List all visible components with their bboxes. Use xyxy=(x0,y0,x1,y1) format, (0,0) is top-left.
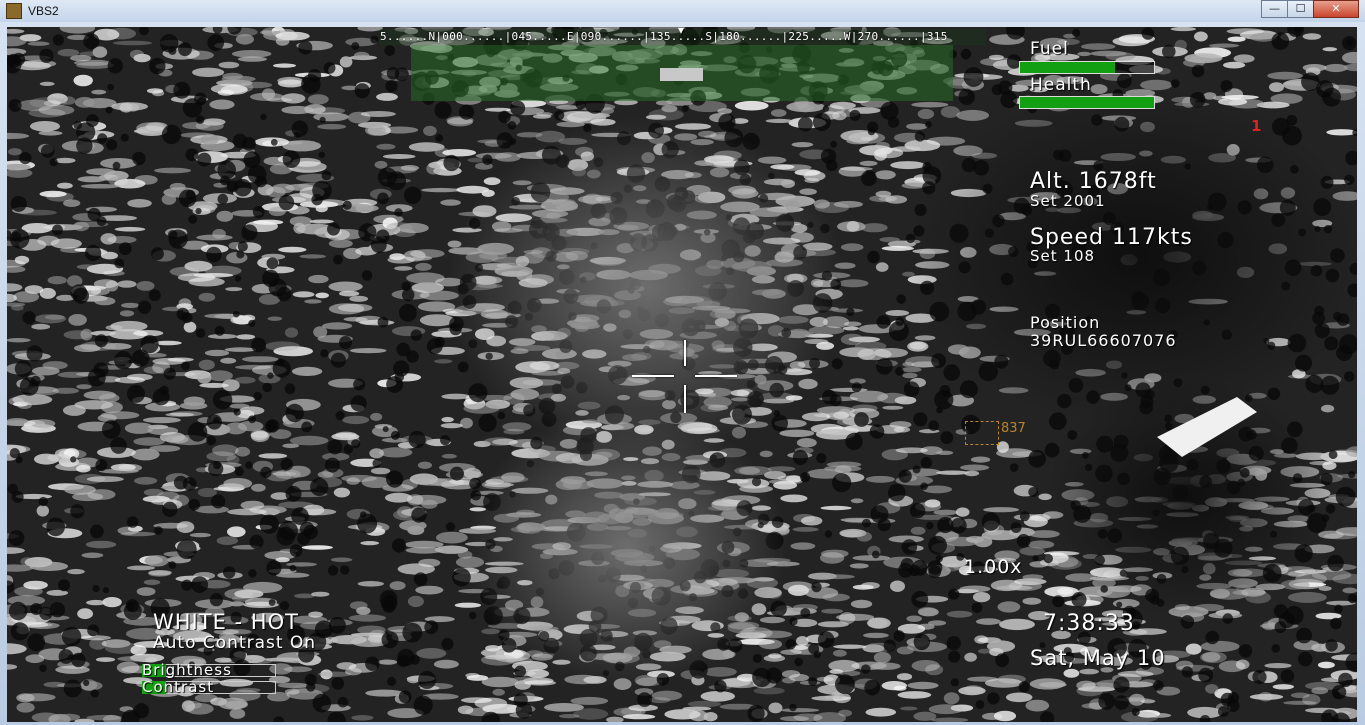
zoom-level: 1.00x xyxy=(964,556,1023,578)
crosshair-bottom xyxy=(684,385,686,413)
fuel-label: Fuel xyxy=(1030,39,1069,59)
speed-set: Set 108 xyxy=(1030,247,1096,265)
minimize-button[interactable]: — xyxy=(1261,0,1288,18)
window-title: VBS2 xyxy=(28,4,59,18)
fuel-bar-fill xyxy=(1020,62,1116,73)
clock-date: Sat, May 10 xyxy=(1030,646,1166,670)
position-label: Position xyxy=(1030,313,1101,332)
crosshair-left xyxy=(632,375,674,377)
waypoint-marker: 1 xyxy=(1251,117,1262,135)
crosshair-right xyxy=(695,375,737,377)
application-window: VBS2 — ☐ ✕ 5......N|000......|045.....E|… xyxy=(0,0,1365,725)
close-button[interactable]: ✕ xyxy=(1313,0,1359,18)
clock-time: 7:38:33 xyxy=(1043,611,1135,636)
position-value: 39RUL66607076 xyxy=(1030,331,1177,350)
contrast-mode: Auto Contrast On xyxy=(153,633,317,653)
target-box[interactable] xyxy=(965,421,999,445)
altitude-readout: Alt. 1678ft xyxy=(1030,169,1157,194)
health-label: Health xyxy=(1030,75,1092,95)
maximize-button[interactable]: ☐ xyxy=(1287,0,1314,18)
thermal-mode: WHITE - HOT xyxy=(153,610,299,634)
window-controls: — ☐ ✕ xyxy=(1261,0,1359,20)
target-label: 837 xyxy=(1001,421,1026,436)
compass-scale: 5......N|000......|045.....E|090......|1… xyxy=(380,30,948,43)
heading-marker: ▾ xyxy=(678,27,686,37)
fuel-bar xyxy=(1019,61,1155,74)
health-bar-fill xyxy=(1020,97,1154,108)
sensor-viewport[interactable]: 5......N|000......|045.....E|090......|1… xyxy=(7,27,1357,722)
app-icon xyxy=(6,3,22,19)
title-bar[interactable]: VBS2 — ☐ ✕ xyxy=(0,0,1365,22)
health-bar xyxy=(1019,96,1155,109)
crosshair-top xyxy=(684,340,686,366)
altitude-set: Set 2001 xyxy=(1030,192,1106,210)
heading-indicator xyxy=(660,68,703,81)
brightness-label: Brightness xyxy=(142,661,232,679)
contrast-label: Contrast xyxy=(142,678,215,696)
